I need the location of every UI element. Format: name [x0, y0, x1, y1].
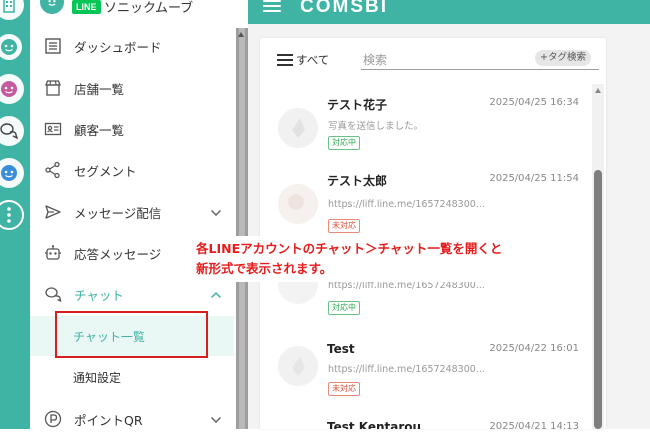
building-icon[interactable]: [0, 0, 24, 20]
annotation-text: 各LINEアカウントのチャット＞チャット一覧を開くと 新形式で表示されます。: [196, 239, 502, 279]
account-logo-icon: [40, 0, 64, 14]
chat-date: 2025/04/25 11:54: [489, 173, 579, 184]
menu-icon[interactable]: [263, 0, 281, 12]
sidebar-item-label: セグメント: [74, 163, 137, 179]
sidebar-item-label: 顧客一覧: [74, 122, 125, 138]
dashboard-list-icon: [42, 35, 64, 57]
right-gutter: [612, 28, 650, 429]
sidebar-item-dashboard[interactable]: ダッシュボード: [30, 26, 248, 66]
store-icon: [42, 77, 64, 99]
status-badge: 未対応: [328, 382, 360, 396]
chat-preview: 写真を送信しました。: [328, 121, 424, 132]
sidebar-item-label: チャット: [74, 287, 124, 303]
chat-name: Test: [327, 342, 355, 356]
tag-search-button[interactable]: +タグ検索: [535, 50, 591, 66]
chat-date: 2025/04/21 14:13: [489, 421, 579, 429]
send-icon: [42, 201, 64, 223]
id-card-icon: [42, 118, 64, 140]
top-header: COMSBI: [248, 0, 650, 24]
chat-preview: https://liff.line.me/1657248300...: [328, 199, 485, 210]
avatar: [278, 184, 318, 224]
sidebar-item-point-qr[interactable]: ポイントQR: [30, 399, 248, 439]
chevron-down-icon: [210, 412, 222, 427]
chat-preview: https://liff.line.me/1657248300...: [328, 364, 485, 375]
bot-face-icon[interactable]: [0, 32, 24, 62]
chat-icon: [42, 283, 64, 305]
annotation-line-1: 各LINEアカウントのチャット＞チャット一覧を開くと: [196, 241, 503, 256]
chevron-up-icon: [210, 287, 222, 302]
chat-date: 2025/04/22 16:01: [489, 343, 579, 354]
sidebar-item-label: 店舗一覧: [74, 81, 125, 97]
sidebar-item-label: ダッシュボード: [74, 39, 162, 55]
account-header[interactable]: LINE ソニックムーブ: [30, 0, 248, 22]
chat-name: テスト花子: [327, 98, 388, 112]
status-badge: 対応中: [328, 301, 360, 315]
sidebar: LINE ソニックムーブ ダッシュボード 店舗一覧 顧客一覧 セグメント メッセ…: [30, 0, 248, 429]
sidebar-item-customers[interactable]: 顧客一覧: [30, 109, 248, 149]
highlight-frame: [55, 311, 208, 358]
point-p-icon: [42, 408, 64, 430]
scroll-up-arrow-icon[interactable]: [595, 88, 601, 93]
bot-face-blue-icon[interactable]: [0, 158, 24, 188]
chat-list-item[interactable]: Test Kentarou 2025/04/21 14:13: [276, 420, 592, 429]
filter-list-icon: [277, 54, 293, 66]
more-vertical-icon[interactable]: [0, 200, 24, 230]
sidebar-item-segment[interactable]: セグメント: [30, 150, 248, 190]
chevron-down-icon: [210, 205, 222, 220]
status-badge: 未対応: [328, 219, 360, 233]
app-logo: COMSBI: [300, 0, 388, 17]
avatar: [278, 346, 318, 386]
sidebar-item-label: ポイントQR: [74, 412, 143, 428]
chat-name: テスト太郎: [327, 174, 388, 188]
sidebar-item-label: 応答メッセージ: [74, 246, 162, 262]
chat-bubbles-icon[interactable]: [0, 116, 24, 146]
filter-all-button[interactable]: すべて: [277, 52, 329, 68]
sidebar-item-label: メッセージ配信: [74, 205, 162, 221]
account-name: ソニックムーブ: [104, 1, 194, 16]
sidebar-scrollbar-thumb[interactable]: [239, 28, 245, 429]
account-rail: [0, 0, 30, 429]
status-badge: 対応中: [328, 136, 360, 150]
bot-face-pink-icon[interactable]: [0, 74, 24, 104]
share-nodes-icon: [42, 159, 64, 181]
robot-icon: [42, 242, 64, 264]
chat-name: Test Kentarou: [327, 420, 422, 429]
sidebar-subitem-label: 通知設定: [73, 370, 122, 385]
sidebar-item-stores[interactable]: 店舗一覧: [30, 68, 248, 108]
chat-list-scrollbar-thumb[interactable]: [594, 170, 602, 429]
chat-list-item[interactable]: Test 2025/04/22 16:01 https://liff.line.…: [276, 342, 592, 420]
chat-list-item[interactable]: テスト花子 2025/04/25 16:34 写真を送信しました。 対応中: [276, 96, 592, 174]
filter-all-label: すべて: [296, 53, 330, 67]
avatar: [278, 108, 318, 148]
chat-date: 2025/04/25 16:34: [489, 97, 579, 108]
sidebar-item-message-delivery[interactable]: メッセージ配信: [30, 192, 248, 232]
line-badge: LINE: [72, 0, 101, 14]
annotation-line-2: 新形式で表示されます。: [196, 261, 333, 276]
sidebar-subitem-notification-settings[interactable]: 通知設定: [30, 357, 234, 397]
scroll-up-arrow-icon[interactable]: [238, 32, 244, 37]
